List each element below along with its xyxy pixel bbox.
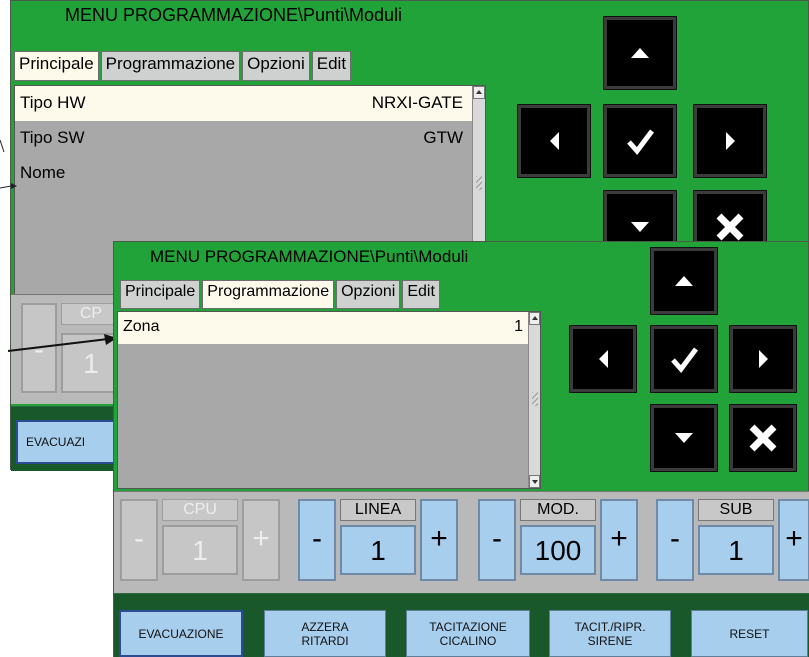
row-key: Tipo SW <box>20 128 85 147</box>
linea-value: 1 <box>340 525 416 575</box>
check-icon <box>627 129 654 155</box>
front-property-list: Zona 1 <box>117 311 541 489</box>
linea-plus-button[interactable]: + <box>420 499 458 581</box>
mod-label: MOD. <box>520 499 596 521</box>
list-item-nome[interactable]: Nome <box>15 156 485 191</box>
front-tab-bar: Principale Programmazione Opzioni Edit <box>120 280 440 309</box>
row-key: Tipo HW <box>20 93 86 112</box>
evacuazione-button[interactable]: EVACUAZIONE <box>119 610 243 657</box>
back-evacuazione-button[interactable]: EVACUAZI <box>16 420 126 464</box>
sub-minus-button[interactable]: - <box>656 499 694 581</box>
tacit-ripr-sirene-button[interactable]: TACIT./RIPR. SIRENE <box>549 610 671 657</box>
tacit-ripr-sirene-line2: SIRENE <box>587 633 633 648</box>
list-item-zona[interactable]: Zona 1 <box>118 312 540 344</box>
azzera-ritardi-line1: AZZERA <box>301 619 349 634</box>
list-item-tipo-sw[interactable]: Tipo SW GTW <box>15 121 485 156</box>
control-bar: - CPU 1 + - LINEA 1 + - MOD. 100 + - SUB… <box>114 491 809 593</box>
row-value: NRXI-GATE <box>371 93 463 112</box>
scroll-grip-icon <box>476 176 482 190</box>
tacit-ripr-sirene-line1: TACIT./RIPR. <box>574 619 646 634</box>
tacitazione-cicalino-button[interactable]: TACITAZIONE CICALINO <box>406 610 530 657</box>
scrollbar[interactable] <box>528 312 540 488</box>
azzera-ritardi-line2: RITARDI <box>301 633 349 648</box>
tacitazione-cicalino-line2: CICALINO <box>439 633 497 648</box>
scroll-grip-icon <box>532 392 538 406</box>
cpu-value: 1 <box>162 525 238 575</box>
tab-opzioni[interactable]: Opzioni <box>336 280 401 309</box>
tab-edit[interactable]: Edit <box>311 51 352 81</box>
right-arrow-icon <box>726 132 735 150</box>
evacuazione-label: EVACUAZIONE <box>138 626 224 641</box>
tacitazione-cicalino-line1: TACITAZIONE <box>429 619 507 634</box>
linea-minus-button[interactable]: - <box>298 499 336 581</box>
mod-minus-button[interactable]: - <box>478 499 516 581</box>
up-arrow-icon <box>675 276 693 286</box>
back-window-title: MENU PROGRAMMAZIONE\Punti\Moduli <box>65 5 403 25</box>
connector-arrow-zona-icon <box>7 334 117 352</box>
reset-button[interactable]: RESET <box>691 610 808 657</box>
scroll-up-button[interactable] <box>473 86 485 99</box>
back-right-button[interactable] <box>694 105 766 177</box>
sub-label: SUB <box>698 499 774 521</box>
row-value: 1 <box>514 318 523 335</box>
check-icon <box>671 347 698 373</box>
back-cpu-label: CP <box>61 303 121 325</box>
back-up-button[interactable] <box>604 17 676 89</box>
linea-label: LINEA <box>340 499 416 521</box>
list-item-tipo-hw[interactable]: Tipo HW NRXI-GATE <box>15 86 485 121</box>
cpu-plus-button[interactable]: + <box>242 499 280 581</box>
row-key: Zona <box>123 318 160 335</box>
front-window: MENU PROGRAMMAZIONE\Punti\Moduli Princip… <box>113 241 809 657</box>
scroll-down-button[interactable] <box>529 475 540 488</box>
tab-edit[interactable]: Edit <box>402 280 440 309</box>
right-arrow-icon <box>759 350 768 368</box>
right-button[interactable] <box>730 326 796 392</box>
left-arrow-icon <box>550 132 559 150</box>
back-left-button[interactable] <box>518 105 590 177</box>
tab-programmazione[interactable]: Programmazione <box>202 280 335 309</box>
row-key: Nome <box>20 163 66 182</box>
connector-arrow-icon <box>0 140 17 189</box>
confirm-button[interactable] <box>651 326 717 392</box>
mod-plus-button[interactable]: + <box>600 499 638 581</box>
footer-bar: EVACUAZIONE AZZERA RITARDI TACITAZIONE C… <box>114 593 809 657</box>
left-button[interactable] <box>570 326 636 392</box>
row-value: GTW <box>423 128 463 147</box>
down-arrow-icon <box>675 433 693 443</box>
back-confirm-button[interactable] <box>604 105 676 177</box>
up-arrow-icon <box>631 48 649 58</box>
mod-value: 100 <box>520 525 596 575</box>
back-tab-bar: Principale Programmazione Opzioni Edit <box>14 51 352 81</box>
down-button[interactable] <box>651 405 717 471</box>
sub-value: 1 <box>698 525 774 575</box>
tab-opzioni[interactable]: Opzioni <box>242 51 310 81</box>
tab-programmazione[interactable]: Programmazione <box>100 51 241 81</box>
up-button[interactable] <box>651 248 717 314</box>
cancel-button[interactable] <box>730 405 796 471</box>
reset-label: RESET <box>729 626 770 641</box>
tab-principale[interactable]: Principale <box>120 280 201 309</box>
azzera-ritardi-button[interactable]: AZZERA RITARDI <box>264 610 386 657</box>
front-window-title: MENU PROGRAMMAZIONE\Punti\Moduli <box>150 247 469 266</box>
tab-principale[interactable]: Principale <box>14 51 99 81</box>
sub-plus-button[interactable]: + <box>778 499 809 581</box>
scroll-up-button[interactable] <box>529 312 540 325</box>
cpu-label: CPU <box>162 499 238 521</box>
left-arrow-icon <box>599 350 608 368</box>
cancel-x-icon <box>749 424 777 452</box>
cpu-minus-button[interactable]: - <box>120 499 158 581</box>
